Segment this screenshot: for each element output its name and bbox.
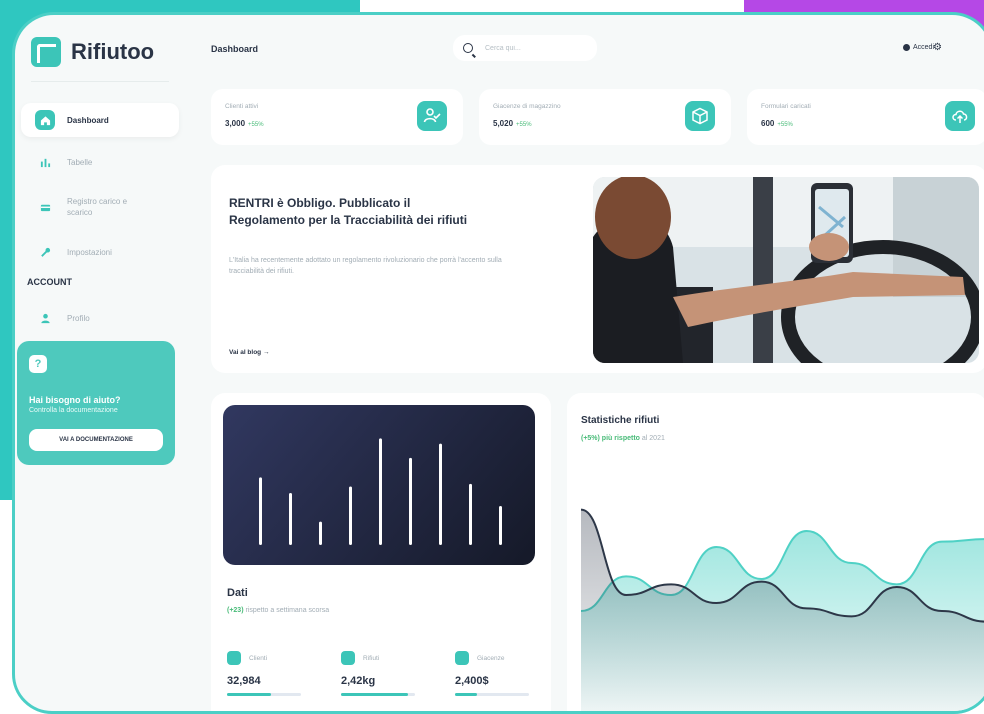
statistiche-subtitle: (+5%) più rispetto al 2021 [581,435,665,442]
sidebar-item-label: Registro carico e scarico [67,197,128,217]
news-description: L'Italia ha recentemente adottato un reg… [229,257,502,275]
sidebar-item-label: Dashboard [67,115,109,125]
bar [379,438,382,545]
bar [439,443,442,545]
stat-card-formulari: Formulari caricati 600 +55% [747,89,984,145]
bar [499,506,502,545]
metric-rifiuti: Rifiuti 2,42kg [341,651,431,696]
wallet-icon [227,651,241,665]
bar-chart [259,438,502,545]
statistiche-title: Statistiche rifiuti [581,415,660,426]
home-icon [35,110,55,130]
stat-delta: +55% [777,122,793,128]
bar [349,486,352,545]
login-button[interactable]: Accedi [903,44,934,51]
gear-icon[interactable]: ⚙ [933,42,942,53]
bar [469,483,472,545]
sidebar: Rifiutoo Dashboard Tabelle Registro cari… [15,15,187,711]
cart-icon [455,651,469,665]
dati-subtitle: (+23) rispetto a settimana scorsa [227,607,330,614]
blog-link[interactable]: Vai al blog → [229,349,269,356]
search-bar[interactable] [453,35,597,61]
sidebar-item-label: Tabelle [67,157,93,167]
bar [289,493,292,545]
stat-card-giacenze: Giacenze di magazzino 5,020 +55% [479,89,731,145]
dati-title: Dati [227,587,248,599]
stat-value: 3,000 +55% [225,119,264,128]
search-input[interactable] [483,43,587,53]
sidebar-item-impostazioni[interactable]: Impostazioni [21,235,179,269]
app-window: Rifiutoo Dashboard Tabelle Registro cari… [12,12,984,714]
stat-delta: +55% [248,122,264,128]
upload-cloud-icon [945,101,975,131]
arrow-right-icon: → [262,349,270,356]
progress-track [455,693,529,696]
search-icon [463,43,473,53]
logo-mark-icon [31,37,61,67]
metric-value: 2,400$ [455,675,489,687]
wrench-icon [35,242,55,262]
bar [319,521,322,545]
progress-track [227,693,301,696]
sidebar-item-label: Profilo [67,313,90,323]
login-label: Accedi [913,44,935,51]
statistiche-card: Statistiche rifiuti (+5%) più rispetto a… [567,393,984,711]
progress-track [341,693,415,696]
sidebar-item-label: Impostazioni [67,247,112,257]
driver-photo [593,177,979,363]
metric-label: Rifiuti [363,654,380,662]
user-icon [903,44,910,51]
metric-value: 2,42kg [341,675,376,687]
stat-value: 600 +55% [761,119,793,128]
progress-fill [227,693,272,696]
sidebar-divider [31,81,169,82]
help-subtitle: Controlla la documentazione [29,407,118,414]
help-card: ? Hai bisogno di aiuto? Controlla la doc… [17,341,175,465]
metric-giacenze: Giacenze 2,400$ [455,651,545,696]
stat-value: 5,020 +55% [493,119,532,128]
metric-value: 32,984 [227,675,261,687]
metric-label: Giacenze [477,654,505,662]
sidebar-item-dashboard[interactable]: Dashboard [21,103,179,137]
stat-label: Formulari caricati [761,103,811,110]
user-check-icon [417,101,447,131]
news-title: RENTRI è Obbligo. Pubblicato il Regolame… [229,196,468,227]
user-icon [35,308,55,328]
news-card: RENTRI è Obbligo. Pubblicato il Regolame… [211,165,984,373]
metric-clienti: Clienti 32,984 [227,651,317,696]
progress-fill [455,693,478,696]
area-fill-1 [581,509,984,711]
sidebar-item-tabelle[interactable]: Tabelle [21,145,179,179]
box-icon [685,101,715,131]
question-icon: ? [29,355,47,373]
metric-label: Clienti [249,654,268,662]
area-chart [580,508,984,711]
stat-label: Clienti attivi [225,103,259,110]
credit-card-icon [35,197,55,217]
rocket-icon [341,651,355,665]
stat-label: Giacenze di magazzino [493,103,561,110]
progress-fill [341,693,408,696]
help-title: Hai bisogno di aiuto? [29,395,121,405]
bars-panel [223,405,535,565]
dati-card: Dati (+23) rispetto a settimana scorsa C… [211,393,551,711]
logo[interactable]: Rifiutoo [31,37,154,67]
sidebar-item-profilo[interactable]: Profilo [21,301,179,335]
documentation-button[interactable]: VAI A DOCUMENTAZIONE [29,429,163,451]
bar [259,477,262,545]
stat-card-clienti: Clienti attivi 3,000 +55% [211,89,463,145]
sidebar-item-registro[interactable]: Registro carico e scarico [21,187,179,227]
stat-delta: +55% [516,122,532,128]
sidebar-nav: Dashboard Tabelle Registro carico e scar… [15,103,187,343]
page-title: Dashboard [211,44,259,54]
bar [409,457,412,545]
app-name: Rifiutoo [71,39,155,64]
account-section-title: ACCOUNT [27,277,72,287]
bar-chart-icon [35,152,55,172]
